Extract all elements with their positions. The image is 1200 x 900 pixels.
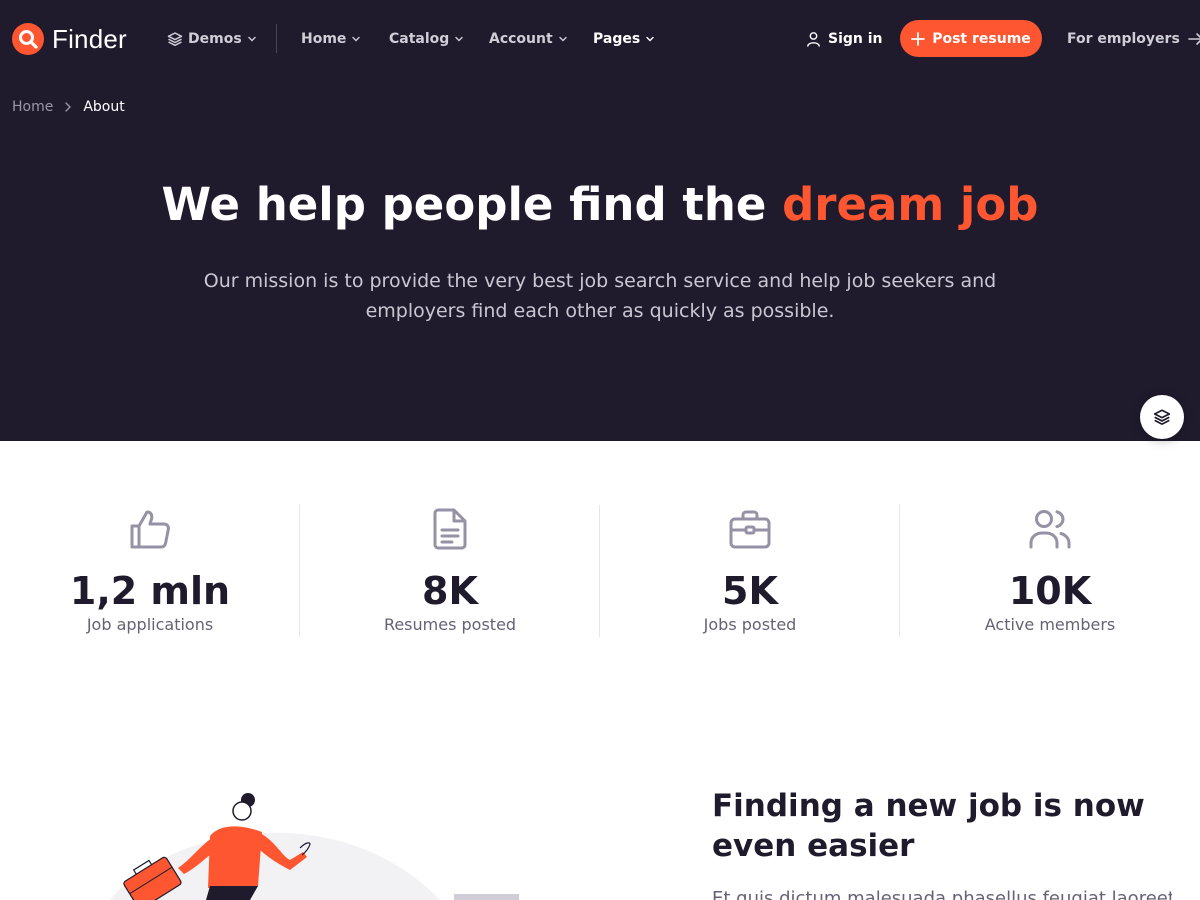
stat-label: Active members: [984, 615, 1116, 634]
user-icon: [807, 32, 820, 47]
brand-name: Finder: [52, 23, 127, 54]
page-title: We help people find the dream job: [0, 178, 1200, 231]
nav-home-label: Home: [301, 31, 347, 47]
page-title-main: We help people find the: [161, 178, 783, 231]
chevron-down-icon: [558, 36, 567, 42]
nav-pages[interactable]: Pages: [593, 28, 655, 50]
navbar: Finder Demos Home Catalog Account Pages …: [0, 0, 1200, 78]
nav-account-label: Account: [489, 31, 553, 47]
sign-in-label: Sign in: [828, 31, 883, 47]
stat-value: 8K: [422, 569, 478, 613]
chevron-down-icon: [455, 36, 464, 42]
stat-label: Job applications: [86, 615, 214, 634]
nav-divider: [276, 24, 277, 53]
stat-active-members: 10K Active members: [899, 505, 1199, 637]
users-icon: [1029, 510, 1071, 549]
nav-demos-label: Demos: [188, 31, 242, 47]
search-icon: [12, 23, 44, 55]
chevron-down-icon: [646, 36, 654, 42]
document-icon: [433, 508, 467, 550]
breadcrumb-current: About: [83, 99, 125, 115]
chevron-down-icon: [352, 36, 361, 42]
stat-jobs-posted: 5K Jobs posted: [599, 505, 899, 637]
nav-pages-label: Pages: [593, 31, 641, 47]
post-resume-label: Post resume: [932, 30, 1031, 47]
arrow-right-icon: [1187, 33, 1200, 45]
breadcrumb: Home About: [12, 97, 125, 117]
hero-subtitle: Our mission is to provide the very best …: [203, 270, 997, 322]
stat-job-applications: 1,2 mln Job applications: [0, 505, 300, 637]
stat-value: 5K: [722, 569, 778, 613]
nav-account[interactable]: Account: [489, 28, 568, 50]
section-title: Finding a new job is now even easier: [712, 788, 1145, 864]
breadcrumb-home[interactable]: Home: [12, 99, 53, 115]
stat-label: Jobs posted: [703, 615, 797, 634]
nav-home[interactable]: Home: [301, 28, 361, 50]
sign-in-link[interactable]: Sign in: [806, 28, 883, 50]
nav-catalog[interactable]: Catalog: [389, 28, 464, 50]
for-employers-label: For employers: [1067, 31, 1180, 47]
layers-icon: [167, 32, 183, 47]
stat-value: 10K: [1008, 569, 1092, 613]
plus-icon: [911, 31, 926, 46]
nav-demos[interactable]: Demos: [167, 28, 257, 50]
post-resume-button[interactable]: Post resume: [900, 20, 1042, 57]
chevron-down-icon: [247, 36, 256, 42]
for-employers-link[interactable]: For employers: [1067, 28, 1200, 50]
brand-link[interactable]: Finder: [12, 22, 127, 56]
layers-icon: [1153, 409, 1171, 425]
stat-value: 1,2 mln: [69, 569, 231, 613]
layers-toggle-button[interactable]: [1140, 395, 1184, 439]
chevron-right-icon: [65, 102, 72, 112]
job-seeker-illustration: [110, 786, 530, 900]
section-text: Et quis dictum malesuada phasellus feugi…: [712, 888, 1172, 900]
stat-label: Resumes posted: [383, 615, 517, 634]
page-title-accent: dream job: [782, 178, 1039, 231]
stat-resumes-posted: 8K Resumes posted: [299, 505, 599, 637]
nav-catalog-label: Catalog: [389, 31, 450, 47]
briefcase-icon: [729, 510, 771, 549]
thumbs-up-icon: [130, 510, 170, 549]
